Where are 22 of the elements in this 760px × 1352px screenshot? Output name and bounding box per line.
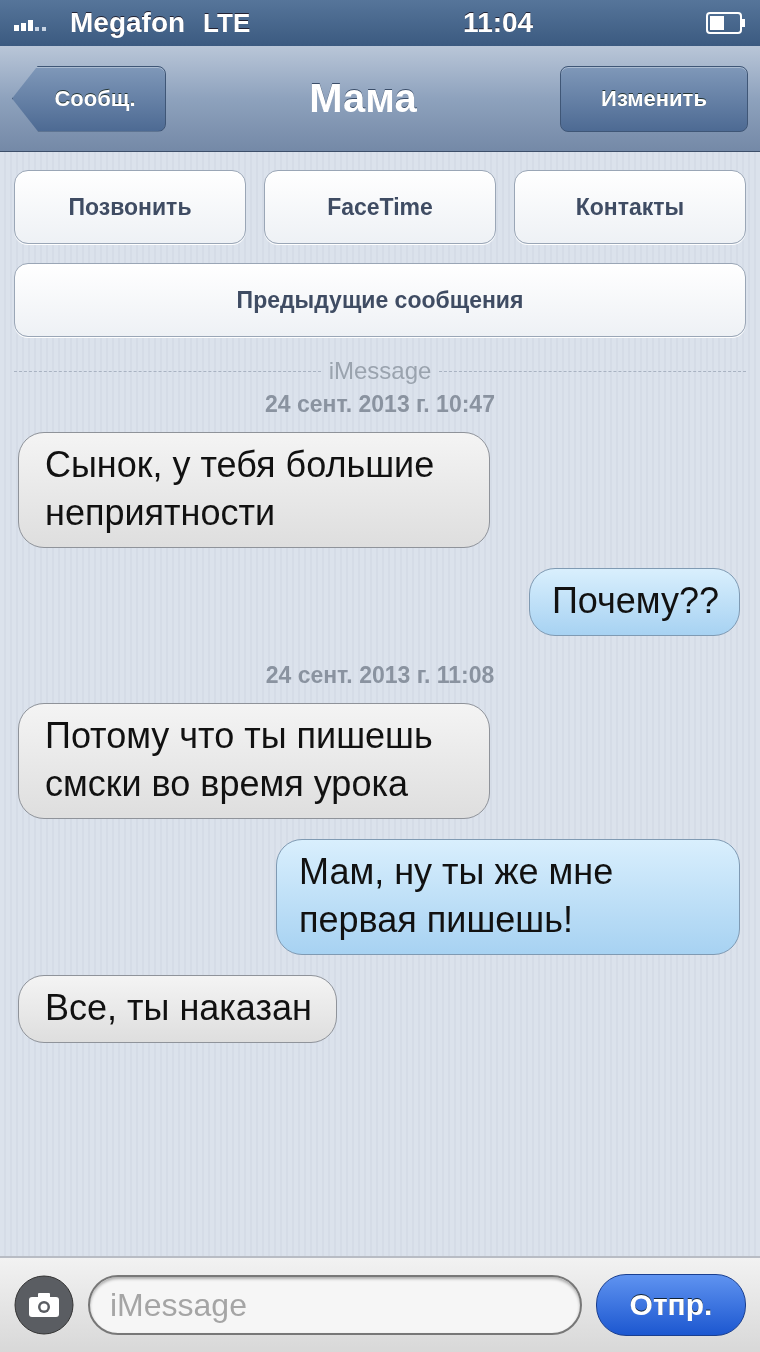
network-type: LTE (203, 7, 251, 39)
conversation-title: Мама (309, 76, 417, 121)
carrier-name: Megafon (70, 7, 186, 39)
received-message-bubble: Потому что ты пишешь смски во время урока (18, 703, 490, 819)
sent-message-bubble: Почему?? (528, 568, 740, 636)
message-input-field[interactable]: iMessage (88, 1275, 582, 1335)
action-button[interactable]: Позвонить (14, 170, 246, 244)
battery-icon (706, 12, 746, 34)
clock-time: 11:04 (462, 7, 534, 39)
received-message-bubble: Все, ты наказан (18, 975, 337, 1043)
camera-icon[interactable] (14, 1275, 74, 1335)
service-label: iMessage (328, 357, 432, 385)
action-button[interactable]: FaceTime (264, 170, 496, 244)
sent-message-bubble: Мам, ну ты же мне первая пишешь! (276, 839, 740, 955)
back-button[interactable]: Сообщ. (12, 65, 166, 132)
timestamp: 24 сент. 2013 г. 10:47 (265, 391, 495, 418)
send-button[interactable]: Отпр. (596, 1274, 746, 1336)
received-message-bubble: Сынок, у тебя большие неприятности (18, 432, 490, 548)
earlier-messages-button[interactable]: Предыдущие сообщения (14, 263, 746, 337)
timestamp: 24 сент. 2013 г. 11:08 (265, 662, 495, 689)
edit-button[interactable]: Изменить (560, 65, 748, 132)
action-button[interactable]: Контакты (514, 170, 746, 244)
